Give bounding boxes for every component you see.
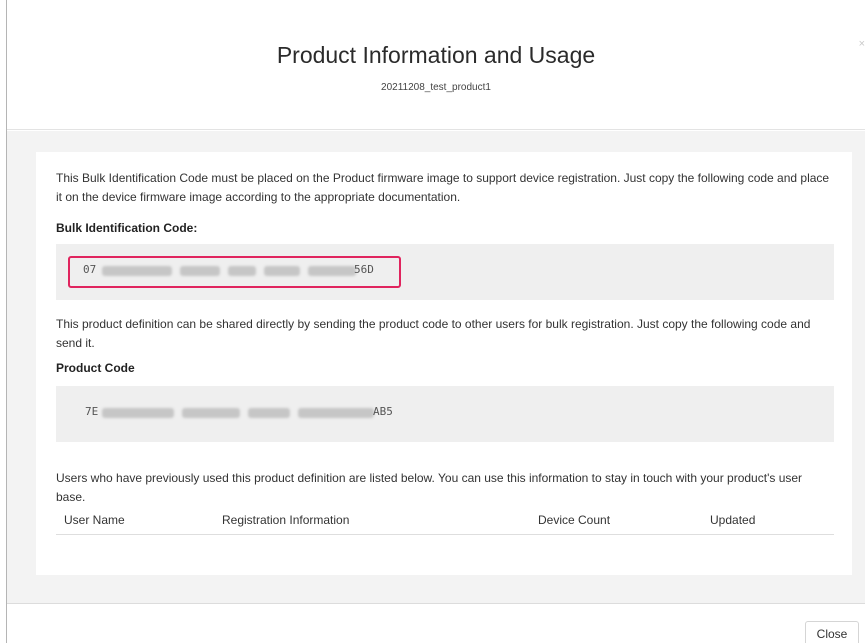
- product-code-start: 7E: [85, 405, 99, 418]
- column-registration-information: Registration Information: [222, 513, 350, 527]
- users-description: Users who have previously used this prod…: [56, 471, 803, 504]
- redacted-segment: [264, 266, 300, 276]
- redacted-segment: [308, 266, 356, 276]
- redacted-segment: [182, 408, 240, 418]
- bulk-code-description: This Bulk Identification Code must be pl…: [56, 171, 830, 204]
- bulk-code-start: 07: [83, 263, 97, 276]
- product-code-label: Product Code: [56, 361, 135, 375]
- info-card: This Bulk Identification Code must be pl…: [36, 152, 852, 575]
- product-code-description: This product definition can be shared di…: [56, 317, 811, 350]
- product-code-end: AB5: [373, 405, 393, 418]
- redacted-segment: [102, 408, 174, 418]
- close-button[interactable]: Close: [805, 621, 859, 643]
- modal-body: This Bulk Identification Code must be pl…: [7, 131, 865, 604]
- redacted-segment: [180, 266, 220, 276]
- product-code-box[interactable]: 7E AB5: [56, 386, 834, 442]
- column-device-count: Device Count: [538, 513, 611, 527]
- users-table-header: User Name Registration Information Devic…: [56, 511, 834, 535]
- modal-subtitle: 20211208_test_product1: [381, 82, 491, 93]
- redacted-segment: [228, 266, 256, 276]
- redacted-segment: [248, 408, 290, 418]
- bulk-code-label: Bulk Identification Code:: [56, 221, 198, 235]
- redacted-segment: [298, 408, 374, 418]
- bulk-code-end: 56D: [354, 263, 374, 276]
- modal-title: Product Information and Usage: [276, 42, 596, 68]
- redacted-segment: [102, 266, 172, 276]
- close-x-icon[interactable]: ×: [859, 38, 865, 50]
- bulk-code-box[interactable]: 07 56D: [56, 244, 834, 300]
- column-updated: Updated: [710, 513, 756, 527]
- modal-header: Product Information and Usage 20211208_t…: [7, 0, 865, 130]
- column-user-name: User Name: [64, 513, 125, 527]
